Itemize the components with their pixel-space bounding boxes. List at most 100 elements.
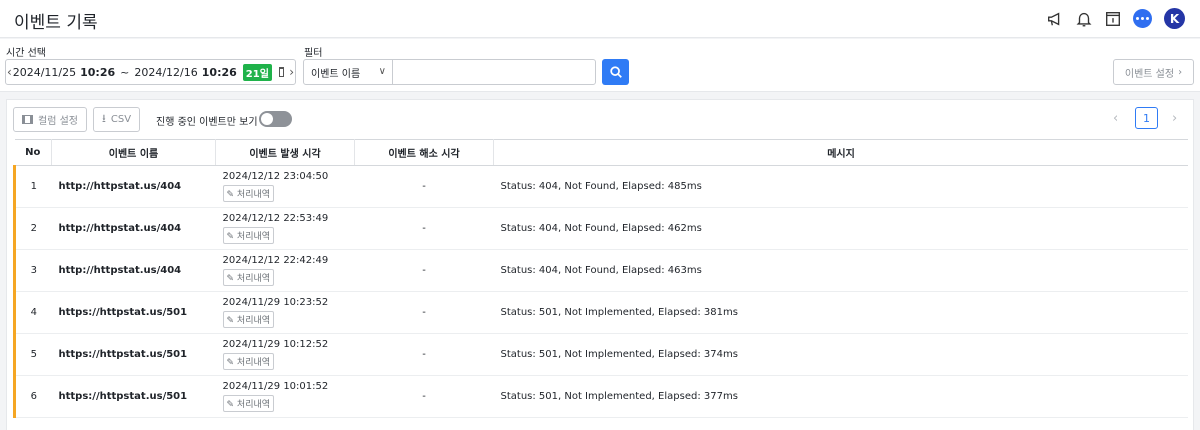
history-label: 처리내역 xyxy=(236,232,271,242)
start-date: 2024/11/25 xyxy=(12,65,77,79)
ongoing-only-toggle[interactable] xyxy=(259,111,292,127)
history-button[interactable]: ✎ 처리내역 xyxy=(222,311,275,328)
days-badge: 21일 xyxy=(242,63,272,81)
event-message: Status: 501, Not Implemented, Elapsed: 3… xyxy=(493,333,1188,376)
event-time: 2024/11/29 10:01:52 xyxy=(222,381,329,392)
event-settings-label: 이벤트 설정 xyxy=(1124,68,1175,80)
toggle-label: 진행 중인 이벤트만 보기 xyxy=(156,117,258,128)
event-name: https://httpstat.us/501 xyxy=(51,291,216,334)
page-title: 이벤트 기록 xyxy=(14,13,98,33)
bell-icon[interactable] xyxy=(1074,9,1094,29)
end-date: 2024/12/16 xyxy=(134,65,198,79)
events-table: No 이벤트 이름 이벤트 발생 시각 이벤트 해소 시각 메시지 1 http… xyxy=(13,139,1188,418)
history-button[interactable]: ✎ 처리내역 xyxy=(222,227,275,244)
table-row[interactable]: 6 https://httpstat.us/501 2024/11/29 10:… xyxy=(13,375,1188,418)
csv-label: CSV xyxy=(110,114,132,125)
search-button[interactable] xyxy=(602,59,629,85)
columns-icon xyxy=(22,115,33,124)
history-button[interactable]: ✎ 처리내역 xyxy=(222,185,275,202)
end-time: 10:26 xyxy=(201,65,237,79)
table-row[interactable]: 2 http://httpstat.us/404 2024/12/12 22:5… xyxy=(13,207,1188,250)
pencil-icon: ✎ xyxy=(226,190,235,200)
column-settings-label: 컬럼 설정 xyxy=(38,116,78,127)
history-label: 처리내역 xyxy=(236,190,271,200)
pencil-icon: ✎ xyxy=(226,274,235,284)
download-icon: ⭳ xyxy=(102,112,106,125)
event-name: http://httpstat.us/404 xyxy=(51,249,216,292)
event-message: Status: 501, Not Implemented, Elapsed: 3… xyxy=(493,291,1188,334)
resolved-time: - xyxy=(354,375,494,418)
event-time-cell: 2024/11/29 10:12:52 ✎ 처리내역 xyxy=(215,333,355,376)
event-time-cell: 2024/12/12 22:53:49 ✎ 처리내역 xyxy=(215,207,355,250)
event-message: Status: 404, Not Found, Elapsed: 462ms xyxy=(493,207,1188,250)
chevron-right-icon: › xyxy=(1178,66,1183,78)
row-number: 6 xyxy=(13,375,52,418)
history-label: 처리내역 xyxy=(236,400,271,410)
table-row[interactable]: 1 http://httpstat.us/404 2024/12/12 23:0… xyxy=(13,165,1188,208)
chevron-right-icon[interactable]: › xyxy=(288,65,295,79)
event-name: https://httpstat.us/501 xyxy=(51,375,216,418)
filter-input[interactable] xyxy=(392,59,596,85)
event-time: 2024/11/29 10:23:52 xyxy=(222,297,329,308)
row-number: 5 xyxy=(13,333,52,376)
filter-label: 필터 xyxy=(304,48,323,59)
table-header-row: No 이벤트 이름 이벤트 발생 시각 이벤트 해소 시각 메시지 xyxy=(14,139,1188,166)
prev-page-button[interactable]: ‹ xyxy=(1113,111,1118,126)
event-time: 2024/12/12 22:53:49 xyxy=(222,213,329,224)
history-label: 처리내역 xyxy=(236,316,271,326)
column-header[interactable]: 이벤트 해소 시각 xyxy=(354,139,494,166)
resolved-time: - xyxy=(354,249,494,292)
table-row[interactable]: 3 http://httpstat.us/404 2024/12/12 22:4… xyxy=(13,249,1188,292)
search-icon xyxy=(609,66,622,78)
csv-download-button[interactable]: ⭳ CSV xyxy=(93,107,141,132)
event-time: 2024/11/29 10:12:52 xyxy=(222,339,329,350)
calendar-icon[interactable] xyxy=(278,67,285,77)
filter-type-select[interactable]: 이벤트 이름 ∨ xyxy=(303,59,393,85)
filter-bar: 시간 선택 ‹ 2024/11/25 10:26 ~ 2024/12/16 10… xyxy=(0,39,1200,92)
resolved-time: - xyxy=(354,207,494,250)
column-header[interactable]: 이벤트 발생 시각 xyxy=(215,139,355,166)
column-header[interactable]: No xyxy=(14,139,52,166)
chat-icon[interactable] xyxy=(1133,9,1152,28)
event-name: http://httpstat.us/404 xyxy=(51,207,216,250)
history-label: 처리내역 xyxy=(236,358,271,368)
row-number: 2 xyxy=(13,207,52,250)
event-name: http://httpstat.us/404 xyxy=(51,165,216,208)
event-time-cell: 2024/11/29 10:01:52 ✎ 처리내역 xyxy=(215,375,355,418)
event-message: Status: 501, Not Implemented, Elapsed: 3… xyxy=(493,375,1188,418)
page-number[interactable]: 1 xyxy=(1135,107,1158,129)
resolved-time: - xyxy=(354,165,494,208)
filter-type-value: 이벤트 이름 xyxy=(311,68,361,80)
page-header: 이벤트 기록 K xyxy=(0,0,1200,38)
date-range-picker[interactable]: ‹ 2024/11/25 10:26 ~ 2024/12/16 10:26 21… xyxy=(5,59,296,85)
row-number: 3 xyxy=(13,249,52,292)
table-row[interactable]: 4 https://httpstat.us/501 2024/11/29 10:… xyxy=(13,291,1188,334)
column-header[interactable]: 이벤트 이름 xyxy=(51,139,216,166)
megaphone-icon[interactable] xyxy=(1045,9,1065,29)
event-message: Status: 404, Not Found, Elapsed: 463ms xyxy=(493,249,1188,292)
event-time-cell: 2024/11/29 10:23:52 ✎ 처리내역 xyxy=(215,291,355,334)
table-row[interactable]: 5 https://httpstat.us/501 2024/11/29 10:… xyxy=(13,333,1188,376)
event-settings-button[interactable]: 이벤트 설정 › xyxy=(1113,59,1194,85)
column-settings-button[interactable]: 컬럼 설정 xyxy=(13,107,87,132)
history-label: 처리내역 xyxy=(236,274,271,284)
history-button[interactable]: ✎ 처리내역 xyxy=(222,269,275,286)
pencil-icon: ✎ xyxy=(226,358,235,368)
pencil-icon: ✎ xyxy=(226,400,235,410)
row-number: 4 xyxy=(13,291,52,334)
start-time: 10:26 xyxy=(80,65,116,79)
events-panel: 컬럼 설정 ⭳ CSV 진행 중인 이벤트만 보기 ‹ 1 › No 이벤트 이… xyxy=(6,99,1194,430)
document-icon[interactable] xyxy=(1103,9,1123,29)
column-header[interactable]: 메시지 xyxy=(493,139,1188,166)
next-page-button[interactable]: › xyxy=(1172,111,1177,126)
event-time-cell: 2024/12/12 22:42:49 ✎ 처리내역 xyxy=(215,249,355,292)
chevron-down-icon: ∨ xyxy=(378,66,386,77)
chevron-left-icon[interactable]: ‹ xyxy=(6,65,13,79)
event-time: 2024/12/12 23:04:50 xyxy=(222,171,329,182)
time-select-label: 시간 선택 xyxy=(6,48,46,59)
row-number: 1 xyxy=(13,165,52,208)
event-time: 2024/12/12 22:42:49 xyxy=(222,255,329,266)
avatar[interactable]: K xyxy=(1164,8,1185,29)
history-button[interactable]: ✎ 처리내역 xyxy=(222,353,275,370)
history-button[interactable]: ✎ 처리내역 xyxy=(222,395,275,412)
